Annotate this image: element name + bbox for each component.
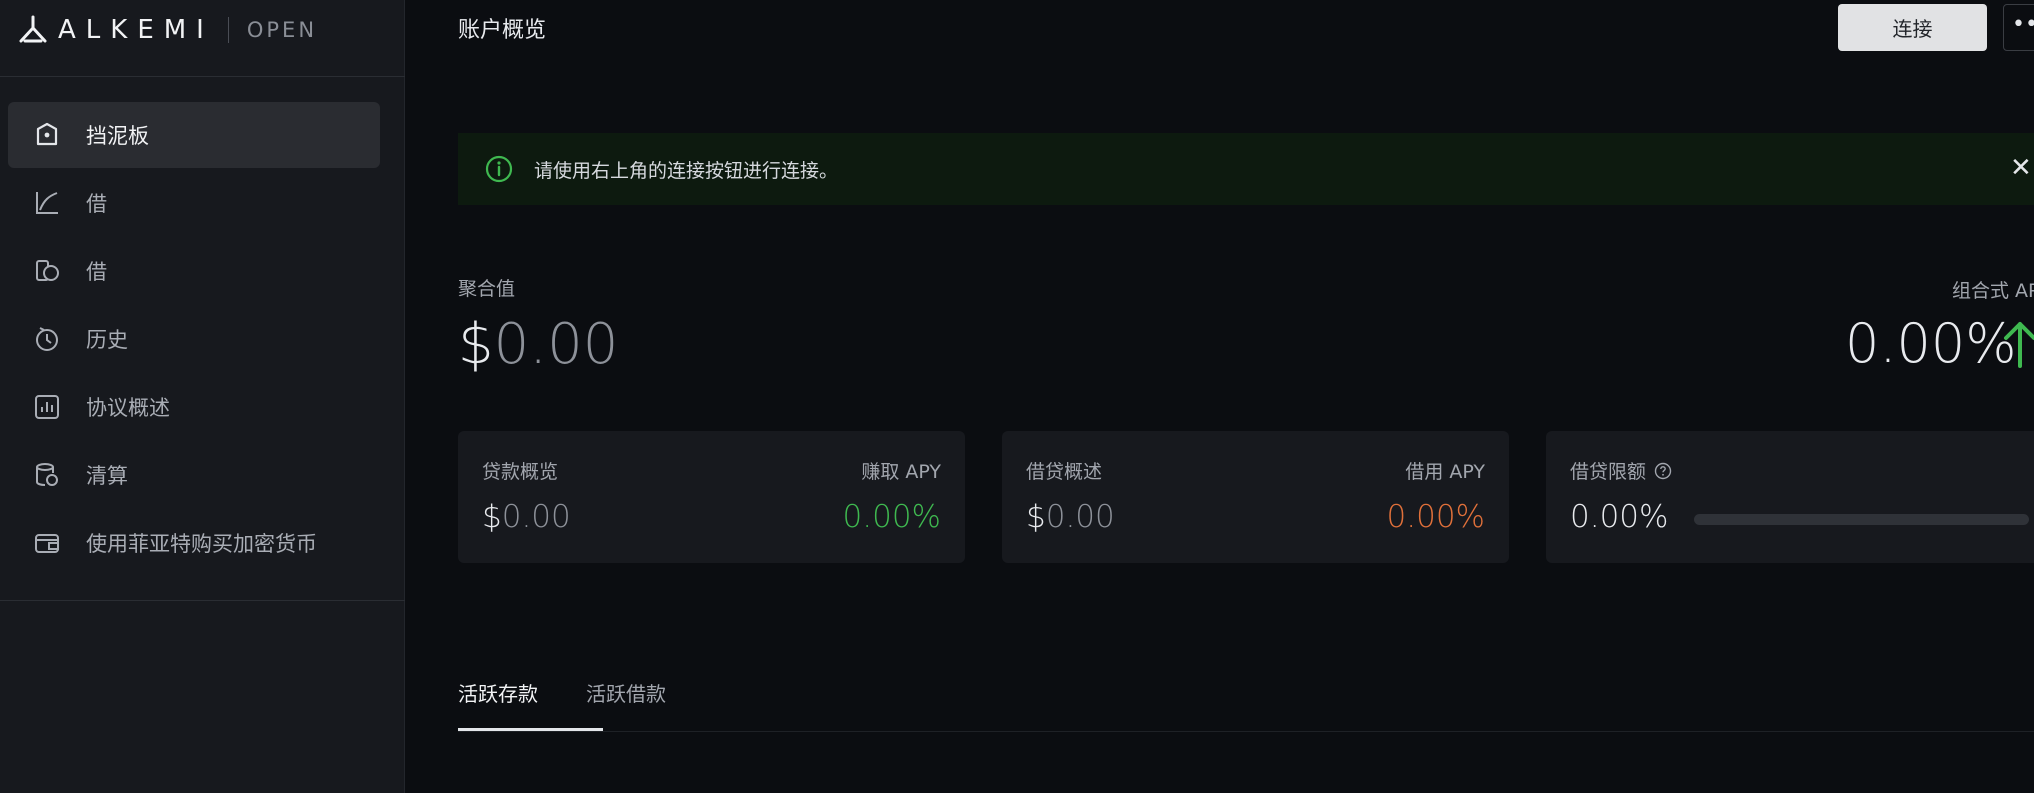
combined-apy-label: 组合式 AP bbox=[1952, 280, 2034, 302]
card-title: 贷款概览 bbox=[482, 461, 559, 483]
positions-tabs: 活跃存款 活跃借款 bbox=[458, 678, 2034, 732]
sidebar-item-label: 清算 bbox=[86, 464, 128, 488]
card-title: 借贷限额 bbox=[1570, 457, 1672, 484]
curve-chart-icon bbox=[32, 188, 62, 218]
alkemi-logo-icon bbox=[19, 15, 47, 43]
page-title: 账户概览 bbox=[458, 18, 547, 43]
connect-button[interactable]: 连接 bbox=[1838, 4, 1987, 51]
aggregate-value: $0.00 bbox=[458, 312, 618, 377]
tab-active-deposits[interactable]: 活跃存款 bbox=[458, 678, 538, 707]
bar-chart-icon bbox=[32, 392, 62, 422]
sidebar-item-borrow-curve[interactable]: 借 bbox=[8, 170, 380, 236]
aggregate-amount: 0.00 bbox=[493, 312, 619, 377]
sidebar-item-dashboard[interactable]: 挡泥板 bbox=[8, 102, 380, 168]
sidebar-item-label: 借 bbox=[86, 192, 107, 216]
card-amount: $0.00 bbox=[1026, 499, 1115, 535]
active-tab-indicator bbox=[458, 728, 603, 731]
currency-symbol: $ bbox=[1026, 499, 1046, 535]
sidebar-item-borrow-coins[interactable]: 借 bbox=[8, 238, 380, 304]
sidebar-nav: 挡泥板 借 借 历史 协议概述 清算 使用菲亚特购买加密货币 bbox=[8, 102, 380, 578]
brand-name: ALKEMI bbox=[58, 15, 214, 45]
sidebar-item-history[interactable]: 历史 bbox=[8, 306, 380, 372]
more-options-button[interactable]: ••• bbox=[2003, 4, 2034, 51]
card-apy-label: 赚取 APY bbox=[861, 461, 941, 483]
help-icon[interactable] bbox=[1654, 462, 1672, 480]
brand-divider bbox=[227, 17, 229, 43]
deposit-overview-card: 贷款概览 赚取 APY $0.00 0.00% bbox=[458, 431, 965, 563]
arrow-up-icon bbox=[2004, 322, 2034, 368]
sidebar-item-label: 借 bbox=[86, 260, 107, 284]
borrow-overview-card: 借贷概述 借用 APY $0.00 0.00% bbox=[1002, 431, 1509, 563]
amount-value: 0.00 bbox=[501, 499, 571, 535]
brand-logo[interactable]: ALKEMI OPEN bbox=[16, 12, 317, 48]
dashboard-icon bbox=[32, 120, 62, 150]
tab-active-borrows[interactable]: 活跃借款 bbox=[586, 678, 666, 707]
brand-edition: OPEN bbox=[246, 18, 318, 42]
card-title: 借贷概述 bbox=[1026, 461, 1103, 483]
combined-apy-value: 0.00% bbox=[1845, 312, 2017, 375]
sidebar-item-label: 挡泥板 bbox=[86, 124, 149, 148]
sidebar-divider bbox=[0, 600, 405, 601]
liquidation-icon bbox=[32, 460, 62, 490]
borrow-limit-card: 借贷限额 0.00% bbox=[1546, 431, 2034, 563]
card-amount: $0.00 bbox=[482, 499, 571, 535]
limit-title: 借贷限额 bbox=[1570, 461, 1647, 483]
sidebar: ALKEMI OPEN 挡泥板 借 借 历史 协议概述 清算 使用菲亚特购买加密… bbox=[0, 0, 405, 793]
card-apy-value: 0.00% bbox=[1386, 499, 1485, 535]
alert-message: 请使用右上角的连接按钮进行连接。 bbox=[534, 159, 839, 182]
coins-icon bbox=[32, 256, 62, 286]
sidebar-item-buy-crypto[interactable]: 使用菲亚特购买加密货币 bbox=[8, 510, 380, 576]
close-icon[interactable]: ✕ bbox=[2010, 153, 2034, 183]
sidebar-item-label: 协议概述 bbox=[86, 396, 170, 420]
aggregate-value-label: 聚合值 bbox=[458, 278, 516, 300]
amount-value: 0.00 bbox=[1045, 499, 1115, 535]
currency-symbol: $ bbox=[458, 312, 494, 377]
card-apy-value: 0.00% bbox=[842, 499, 941, 535]
currency-symbol: $ bbox=[482, 499, 502, 535]
sidebar-item-protocol-overview[interactable]: 协议概述 bbox=[8, 374, 380, 440]
sidebar-item-label: 历史 bbox=[86, 328, 128, 352]
sidebar-item-liquidation[interactable]: 清算 bbox=[8, 442, 380, 508]
history-icon bbox=[32, 324, 62, 354]
wallet-icon bbox=[32, 528, 62, 558]
sidebar-divider bbox=[0, 76, 405, 77]
info-alert: 请使用右上角的连接按钮进行连接。 ✕ bbox=[458, 133, 2034, 205]
borrow-limit-value: 0.00% bbox=[1570, 499, 1669, 535]
card-apy-label: 借用 APY bbox=[1405, 461, 1485, 483]
info-icon bbox=[485, 155, 513, 183]
sidebar-item-label: 使用菲亚特购买加密货币 bbox=[86, 532, 317, 556]
borrow-limit-progress bbox=[1694, 514, 2029, 525]
